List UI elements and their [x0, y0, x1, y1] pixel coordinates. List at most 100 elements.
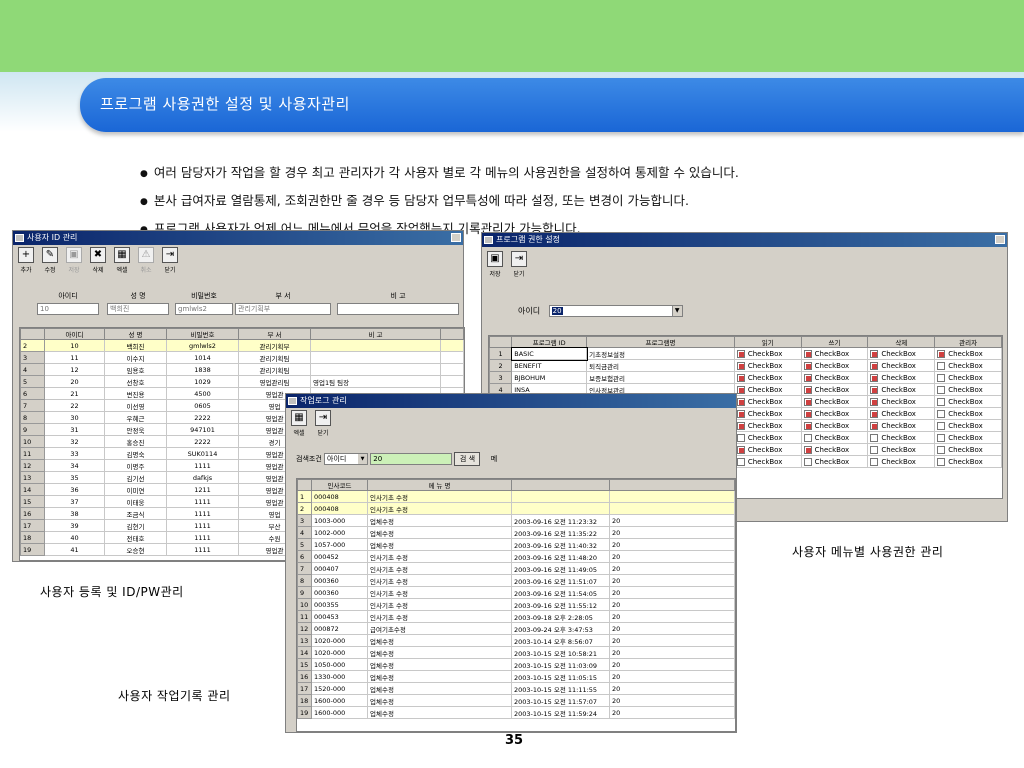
table-row[interactable]: 11 000453 인사기초 수정 2003-09-18 오후 2:28:05 20 [297, 610, 735, 623]
checkbox[interactable] [870, 385, 879, 394]
checkbox-cell[interactable]: CheckBox [800, 455, 869, 468]
checkbox-cell[interactable]: CheckBox [867, 431, 936, 444]
checkbox[interactable] [803, 457, 812, 466]
checkbox[interactable] [803, 385, 812, 394]
checkbox[interactable] [870, 445, 879, 454]
checkbox-cell[interactable]: CheckBox [733, 419, 802, 432]
column-header[interactable]: 비밀번호 [166, 328, 239, 340]
table-row[interactable]: 1 BASIC 기초정보설정 CheckBox CheckBox CheckBox Chec… [489, 346, 1002, 361]
checkbox[interactable] [803, 373, 812, 382]
checkbox[interactable] [803, 409, 812, 418]
column-header[interactable]: 부 서 [238, 328, 311, 340]
checkbox-cell[interactable]: CheckBox [733, 371, 802, 384]
table-row[interactable]: 8 000360 인사기초 수정 2003-09-16 오전 11:51:07 20 [297, 574, 735, 587]
edit-button[interactable]: ✎ 수정 [40, 247, 60, 277]
checkbox[interactable] [736, 457, 745, 466]
checkbox-cell[interactable]: CheckBox [800, 407, 869, 420]
table-row[interactable]: 2 000408 인사기초 수정 [297, 502, 735, 515]
checkbox[interactable] [937, 421, 946, 430]
checkbox[interactable] [870, 457, 879, 466]
table-row[interactable]: 5 20 선창호 1029 영업관리팀 영업1팀 팀장 [20, 375, 464, 388]
checkbox[interactable] [870, 349, 879, 358]
save-button[interactable]: ▣ 저장 [64, 247, 84, 277]
checkbox-cell[interactable]: CheckBox [867, 371, 936, 384]
column-header[interactable]: 인사코드 [311, 479, 368, 491]
checkbox-cell[interactable]: CheckBox [800, 359, 869, 372]
checkbox[interactable] [803, 397, 812, 406]
column-header[interactable]: 쓰기 [800, 336, 869, 348]
checkbox[interactable] [736, 349, 745, 358]
checkbox[interactable] [736, 361, 745, 370]
checkbox-cell[interactable]: CheckBox [934, 347, 1002, 360]
table-row[interactable]: 15 1050-000 업체수정 2003-10-15 오전 11:03:09 20 [297, 658, 735, 671]
checkbox[interactable] [803, 349, 812, 358]
column-header[interactable]: 비 고 [310, 328, 441, 340]
checkbox[interactable] [870, 397, 879, 406]
checkbox-cell[interactable]: CheckBox [800, 443, 869, 456]
checkbox[interactable] [937, 373, 946, 382]
checkbox[interactable] [937, 397, 946, 406]
checkbox-cell[interactable]: CheckBox [733, 383, 802, 396]
checkbox-cell[interactable]: CheckBox [934, 455, 1002, 468]
cancel-button[interactable]: ⚠ 취소 [136, 247, 156, 277]
checkbox-cell[interactable]: CheckBox [934, 407, 1002, 420]
checkbox-cell[interactable]: CheckBox [867, 383, 936, 396]
table-row[interactable]: 4 12 임용호 1838 관리기획팀 [20, 363, 464, 376]
column-header[interactable]: 아이디 [44, 328, 105, 340]
table-row[interactable]: 4 1002-000 업체수정 2003-09-16 오전 11:35:22 20 [297, 526, 735, 539]
checkbox[interactable] [803, 421, 812, 430]
excel-button[interactable]: ▦ 엑셀 [289, 410, 309, 440]
checkbox-cell[interactable]: CheckBox [934, 431, 1002, 444]
excel-button[interactable]: ▦ 엑셀 [112, 247, 132, 277]
checkbox-cell[interactable]: CheckBox [733, 395, 802, 408]
checkbox-cell[interactable]: CheckBox [867, 347, 936, 360]
close-button[interactable]: ⇥ 닫기 [160, 247, 180, 277]
table-row[interactable]: 13 1020-000 업체수정 2003-10-14 오후 8:56:07 20 [297, 634, 735, 647]
checkbox-cell[interactable]: CheckBox [867, 443, 936, 456]
table-row[interactable]: 14 1020-000 업체수정 2003-10-15 오전 10:58:21 20 [297, 646, 735, 659]
table-row[interactable]: 3 11 이수지 1014 관리기획팀 [20, 351, 464, 364]
checkbox[interactable] [803, 445, 812, 454]
table-row[interactable]: 3 BJBOHUM 보증보험관리 CheckBox CheckBox CheckBox Ch… [489, 371, 1002, 384]
checkbox-cell[interactable]: CheckBox [867, 455, 936, 468]
column-header[interactable]: 삭제 [867, 336, 936, 348]
checkbox-cell[interactable]: CheckBox [934, 419, 1002, 432]
column-header[interactable]: 프로그램 ID [511, 336, 588, 348]
checkbox-cell[interactable]: CheckBox [867, 407, 936, 420]
close-button[interactable]: ⇥ 닫기 [509, 251, 529, 281]
checkbox[interactable] [736, 397, 745, 406]
checkbox-cell[interactable]: CheckBox [733, 347, 802, 360]
checkbox[interactable] [937, 349, 946, 358]
table-row[interactable]: 6 000452 인사기초 수정 2003-09-16 오전 11:48:20 20 [297, 550, 735, 563]
checkbox[interactable] [736, 373, 745, 382]
table-row[interactable]: 12 000872 급여기초수정 2003-09-24 오후 3:47:53 20 [297, 622, 735, 635]
table-row[interactable]: 16 1330-000 업체수정 2003-10-15 오전 11:05:15 20 [297, 670, 735, 683]
checkbox-cell[interactable]: CheckBox [934, 371, 1002, 384]
column-header[interactable]: 성 명 [104, 328, 167, 340]
column-header[interactable] [609, 479, 735, 491]
table-row[interactable]: 5 1057-000 업체수정 2003-09-16 오전 11:40:32 20 [297, 538, 735, 551]
checkbox-cell[interactable]: CheckBox [733, 455, 802, 468]
checkbox-cell[interactable]: CheckBox [733, 443, 802, 456]
table-row[interactable]: 10 000355 인사기초 수정 2003-09-16 오전 11:55:12 20 [297, 598, 735, 611]
checkbox[interactable] [803, 433, 812, 442]
checkbox-cell[interactable]: CheckBox [800, 395, 869, 408]
form-field[interactable]: gmlwls2 [175, 303, 233, 315]
table-row[interactable]: 9 000360 인사기초 수정 2003-09-16 오전 11:54:05 20 [297, 586, 735, 599]
close-button[interactable]: ⇥ 닫기 [313, 410, 333, 440]
table-row[interactable]: 1 000408 인사기초 수정 [297, 490, 735, 503]
checkbox[interactable] [803, 361, 812, 370]
table-row[interactable]: 7 000407 인사기초 수정 2003-09-16 오전 11:49:05 20 [297, 562, 735, 575]
search-button[interactable]: 검 색 [454, 452, 481, 466]
column-header[interactable]: 프로그램명 [586, 336, 735, 348]
checkbox[interactable] [937, 409, 946, 418]
form-field[interactable]: 백희진 [107, 303, 169, 315]
add-button[interactable]: + 추가 [16, 247, 36, 277]
checkbox-cell[interactable]: CheckBox [867, 395, 936, 408]
checkbox[interactable] [937, 385, 946, 394]
search-field-select[interactable]: 아이디 ▼ [324, 453, 368, 465]
checkbox[interactable] [736, 421, 745, 430]
checkbox[interactable] [870, 409, 879, 418]
checkbox-cell[interactable]: CheckBox [934, 395, 1002, 408]
minimize-button[interactable] [451, 233, 461, 242]
